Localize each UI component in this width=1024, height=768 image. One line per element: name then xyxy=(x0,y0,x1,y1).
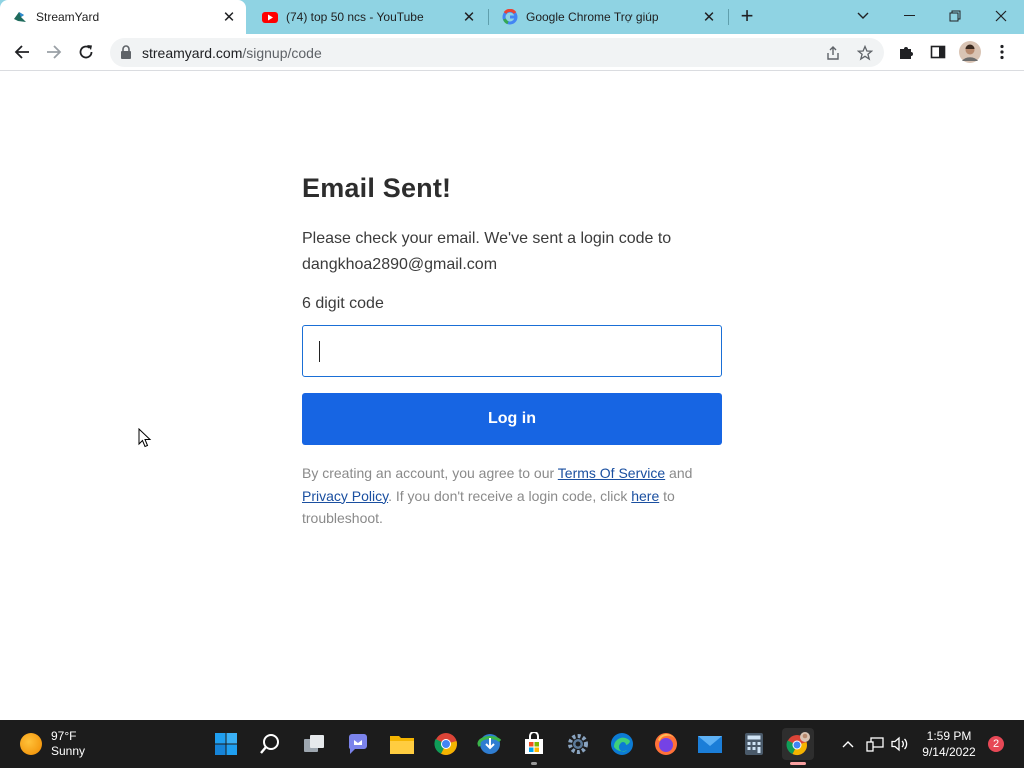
page-content: Email Sent! Please check your email. We'… xyxy=(0,71,1024,720)
chrome-profile-icon[interactable] xyxy=(782,728,814,760)
share-icon[interactable] xyxy=(824,44,842,62)
system-clock[interactable]: 1:59 PM 9/14/2022 xyxy=(916,728,982,760)
teams-chat-icon[interactable] xyxy=(342,728,374,760)
minimize-button[interactable] xyxy=(886,0,932,32)
forward-arrow-icon[interactable] xyxy=(40,38,68,66)
restore-button[interactable] xyxy=(932,0,978,32)
tab-title: (74) top 50 ncs - YouTube xyxy=(286,10,424,24)
settings-gear-icon[interactable] xyxy=(562,728,594,760)
terms-prefix: By creating an account, you agree to our xyxy=(302,465,558,481)
tab-separator xyxy=(728,9,729,25)
troubleshoot-here-link[interactable]: here xyxy=(631,488,659,504)
running-indicator xyxy=(531,762,537,765)
terms-middle: . If you don't receive a login code, cli… xyxy=(388,487,632,504)
close-window-button[interactable] xyxy=(978,0,1024,32)
edge-icon[interactable] xyxy=(606,728,638,760)
code-label: 6 digit code xyxy=(302,295,384,312)
page-title: Email Sent! xyxy=(302,173,452,203)
volume-icon[interactable] xyxy=(888,720,912,768)
idm-download-icon[interactable] xyxy=(474,728,506,760)
sun-icon xyxy=(20,733,42,755)
tab-youtube[interactable]: (74) top 50 ncs - YouTube ✕ xyxy=(250,0,486,34)
weather-text: 97°F Sunny xyxy=(51,729,85,759)
tab-close-icon[interactable]: ✕ xyxy=(220,8,238,26)
google-favicon-icon xyxy=(502,9,518,25)
calculator-icon[interactable] xyxy=(738,728,770,760)
terms-and: and xyxy=(665,465,693,481)
active-app-indicator xyxy=(790,762,806,765)
firefox-icon[interactable] xyxy=(650,728,682,760)
clock-time: 1:59 PM xyxy=(926,729,972,743)
clock-date: 9/14/2022 xyxy=(922,745,976,759)
text-caret xyxy=(319,341,320,362)
login-code-card: Email Sent! Please check your email. We'… xyxy=(302,173,722,530)
url-text: streamyard.com/signup/code xyxy=(142,45,322,61)
address-bar[interactable]: streamyard.com/signup/code xyxy=(110,38,884,67)
profile-avatar[interactable] xyxy=(956,38,984,66)
url-host: streamyard.com xyxy=(142,45,243,61)
streamyard-favicon-icon xyxy=(12,9,28,25)
weather-temp: 97°F xyxy=(51,729,77,743)
mouse-pointer-icon xyxy=(138,428,152,448)
search-icon[interactable] xyxy=(254,728,286,760)
mail-icon[interactable] xyxy=(694,728,726,760)
tab-separator xyxy=(488,9,489,25)
terms-of-service-link[interactable]: Terms Of Service xyxy=(558,465,665,481)
file-explorer-icon[interactable] xyxy=(386,728,418,760)
chrome-icon[interactable] xyxy=(430,728,462,760)
task-view-icon[interactable] xyxy=(298,728,330,760)
tab-search-chevron-icon[interactable] xyxy=(840,0,886,32)
login-button[interactable]: Log in xyxy=(302,393,722,445)
browser-toolbar: streamyard.com/signup/code xyxy=(0,34,1024,71)
tab-streamyard[interactable]: StreamYard ✕ xyxy=(0,0,246,34)
lock-icon[interactable] xyxy=(120,45,134,59)
microsoft-store-icon[interactable] xyxy=(518,728,550,760)
email-sent-description: Please check your email. We've sent a lo… xyxy=(302,230,672,273)
url-path: /signup/code xyxy=(242,45,322,61)
weather-desc: Sunny xyxy=(51,744,86,758)
privacy-policy-link[interactable]: Privacy Policy xyxy=(302,488,388,504)
tab-title: StreamYard xyxy=(36,10,100,24)
tab-title: Google Chrome Trợ giúp xyxy=(526,10,659,24)
new-tab-button[interactable]: + xyxy=(736,5,758,28)
show-hidden-icons-chevron-icon[interactable] xyxy=(838,720,858,768)
youtube-favicon-icon xyxy=(262,9,278,25)
code-input[interactable] xyxy=(302,325,722,377)
extensions-puzzle-icon[interactable] xyxy=(892,38,920,66)
tab-strip: StreamYard ✕ (74) top 50 ncs - YouTube ✕… xyxy=(0,0,1024,34)
terms-text: By creating an account, you agree to our… xyxy=(302,462,722,530)
weather-widget[interactable]: 97°F Sunny xyxy=(20,729,85,759)
start-windows-icon[interactable] xyxy=(210,728,242,760)
reload-icon[interactable] xyxy=(72,38,100,66)
back-arrow-icon[interactable] xyxy=(8,38,36,66)
network-icon[interactable] xyxy=(864,720,886,768)
bookmark-star-icon[interactable] xyxy=(856,44,874,62)
menu-kebab-icon[interactable] xyxy=(988,38,1016,66)
tab-close-icon[interactable]: ✕ xyxy=(700,8,718,26)
notification-badge[interactable]: 2 xyxy=(988,736,1004,752)
windows-taskbar: 97°F Sunny 1:59 PM 9/14/2022 2 xyxy=(0,720,1024,768)
tab-close-icon[interactable]: ✕ xyxy=(460,8,478,26)
side-panel-icon[interactable] xyxy=(924,38,952,66)
tab-chrome-help[interactable]: Google Chrome Trợ giúp ✕ xyxy=(490,0,726,34)
